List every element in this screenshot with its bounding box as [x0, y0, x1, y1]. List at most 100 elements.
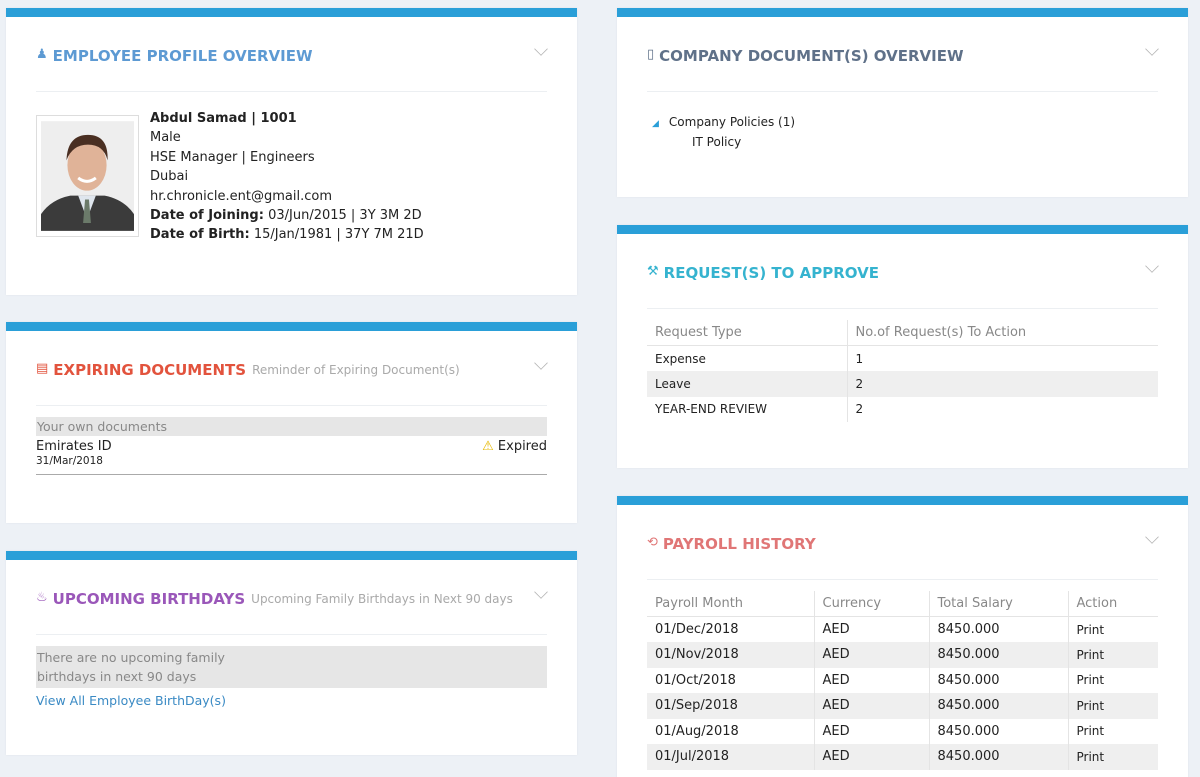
birthday-cake-icon: ♨	[36, 590, 48, 605]
currency: AED	[813, 667, 929, 693]
table-row: 01/Sep/2018 AED 8450.000 Print	[647, 693, 1158, 719]
panel-title: REQUEST(S) TO APPROVE	[663, 264, 879, 282]
currency: AED	[813, 642, 929, 668]
dob-value: 15/Jan/1981 | 37Y 7M 21D	[253, 227, 424, 243]
tree-folder[interactable]: ◢ Company Policies (1)	[647, 115, 1158, 129]
document-status: Expired	[497, 439, 547, 454]
column-header: Total Salary	[928, 591, 1068, 617]
expiring-documents-panel: ▤ EXPIRING DOCUMENTS Reminder of Expirin…	[6, 322, 577, 523]
gender: Male	[150, 130, 181, 146]
print-link[interactable]: Print	[1067, 642, 1158, 668]
column-header: No.of Request(s) To Action	[846, 320, 1158, 346]
doj-label: Date of Joining:	[150, 208, 264, 224]
panel-header: ⚒ REQUEST(S) TO APPROVE	[647, 259, 1159, 309]
file-image-icon: ▤	[36, 361, 49, 376]
panel-title: EXPIRING DOCUMENTS	[53, 361, 247, 379]
folder-label: Company Policies (1)	[668, 115, 796, 129]
payroll-month: 01/Jul/2018	[647, 744, 814, 770]
chevron-down-icon[interactable]	[534, 356, 548, 370]
gavel-icon: ⚒	[647, 264, 659, 279]
profile-info: Abdul Samad | 1001 Male HSE Manager | En…	[150, 111, 424, 243]
employee-profile-panel: ♟ EMPLOYEE PROFILE OVERVIEW Abdul Samad …	[6, 8, 577, 295]
request-count[interactable]: 1	[846, 345, 1158, 371]
table-row[interactable]: Leave 2	[647, 371, 1158, 397]
avatar	[36, 115, 139, 237]
chevron-down-icon[interactable]	[534, 585, 548, 599]
panel-header: ♨ UPCOMING BIRTHDAYS Upcoming Family Bir…	[36, 585, 548, 635]
chevron-down-icon[interactable]	[534, 42, 548, 56]
total-salary: 8450.000	[928, 744, 1068, 770]
request-type: Expense	[655, 351, 706, 366]
panel-header: ♟ EMPLOYEE PROFILE OVERVIEW	[36, 42, 548, 92]
total-salary: 8450.000	[928, 667, 1068, 693]
column-header: Payroll Month	[647, 591, 814, 617]
warning-icon: ⚠	[482, 439, 494, 454]
payroll-month: 01/Aug/2018	[655, 723, 739, 739]
request-type: Leave	[647, 371, 847, 397]
table-row: 01/Nov/2018 AED 8450.000 Print	[647, 642, 1158, 668]
empty-message-line: There are no upcoming family	[37, 650, 225, 665]
panel-title: UPCOMING BIRTHDAYS	[52, 590, 246, 608]
panel-header: ▯ COMPANY DOCUMENT(S) OVERVIEW	[647, 42, 1159, 92]
empty-message: There are no upcoming family birthdays i…	[36, 646, 547, 688]
payroll-history-panel: ⟲ PAYROLL HISTORY Payroll Month Currency…	[617, 496, 1188, 777]
chevron-down-icon[interactable]	[1145, 42, 1159, 56]
table-row: 01/Jul/2018 AED 8450.000 Print	[647, 744, 1158, 770]
document-row[interactable]: Emirates ID 31/Mar/2018 ⚠ Expired	[36, 436, 547, 475]
total-salary: 8450.000	[928, 718, 1068, 744]
doj-value: 03/Jun/2015 | 3Y 3M 2D	[268, 208, 422, 224]
document-name: Emirates ID	[36, 439, 112, 454]
panel-title: PAYROLL HISTORY	[662, 535, 816, 553]
request-count[interactable]: 2	[846, 396, 1158, 422]
panel-title: COMPANY DOCUMENT(S) OVERVIEW	[659, 47, 964, 65]
table-row[interactable]: YEAR-END REVIEW 2	[647, 396, 1158, 422]
dob-label: Date of Birth:	[150, 227, 250, 243]
payroll-month: 01/Nov/2018	[647, 642, 814, 668]
currency: AED	[813, 616, 929, 642]
column-header: Action	[1067, 591, 1158, 617]
print-link[interactable]: Print	[1067, 718, 1158, 744]
upcoming-birthdays-panel: ♨ UPCOMING BIRTHDAYS Upcoming Family Bir…	[6, 551, 577, 755]
table-row: 01/Oct/2018 AED 8450.000 Print	[647, 667, 1158, 693]
payroll-month: 01/Dec/2018	[655, 622, 739, 637]
requests-table: Request Type No.of Request(s) To Action E…	[647, 320, 1158, 422]
file-icon: ▯	[647, 47, 655, 62]
table-row: 01/Dec/2018 AED 8450.000 Print	[647, 616, 1158, 642]
panel-header: ⟲ PAYROLL HISTORY	[647, 530, 1159, 580]
chevron-down-icon[interactable]	[1145, 259, 1159, 273]
group-header: Your own documents	[36, 417, 547, 436]
currency: AED	[813, 744, 929, 770]
employee-id: 1001	[260, 111, 297, 126]
table-row: 01/Aug/2018 AED 8450.000 Print	[647, 718, 1158, 744]
currency: AED	[813, 693, 929, 719]
user-icon: ♟	[36, 47, 48, 62]
column-header: Request Type	[647, 320, 847, 346]
payroll-table: Payroll Month Currency Total Salary Acti…	[647, 591, 1158, 770]
caret-expanded-icon: ◢	[652, 119, 659, 129]
total-salary: 8450.000	[928, 616, 1068, 642]
panel-header: ▤ EXPIRING DOCUMENTS Reminder of Expirin…	[36, 356, 548, 406]
view-all-birthdays-link[interactable]: View All Employee BirthDay(s)	[36, 693, 547, 708]
chevron-down-icon[interactable]	[1145, 530, 1159, 544]
payroll-month: 01/Oct/2018	[655, 672, 736, 688]
payroll-month: 01/Sep/2018	[647, 693, 814, 719]
print-link[interactable]: Print	[1067, 616, 1158, 642]
print-link[interactable]: Print	[1067, 693, 1158, 719]
total-salary: 8450.000	[928, 642, 1068, 668]
document-date: 31/Mar/2018	[36, 455, 103, 467]
designation: HSE Manager | Engineers	[150, 149, 315, 165]
panel-title: EMPLOYEE PROFILE OVERVIEW	[52, 47, 313, 65]
currency: AED	[813, 718, 929, 744]
requests-to-approve-panel: ⚒ REQUEST(S) TO APPROVE Request Type No.o…	[617, 225, 1188, 468]
print-link[interactable]: Print	[1067, 744, 1158, 770]
email: hr.chronicle.ent@gmail.com	[150, 188, 332, 204]
tree-item[interactable]: IT Policy	[692, 135, 1158, 149]
request-count[interactable]: 2	[846, 371, 1158, 397]
print-link[interactable]: Print	[1067, 667, 1158, 693]
table-row[interactable]: Expense 1	[647, 345, 1158, 371]
location: Dubai	[150, 169, 189, 185]
history-icon: ⟲	[647, 535, 658, 550]
total-salary: 8450.000	[928, 693, 1068, 719]
employee-name: Abdul Samad	[150, 111, 247, 126]
company-documents-panel: ▯ COMPANY DOCUMENT(S) OVERVIEW ◢ Company …	[617, 8, 1188, 197]
